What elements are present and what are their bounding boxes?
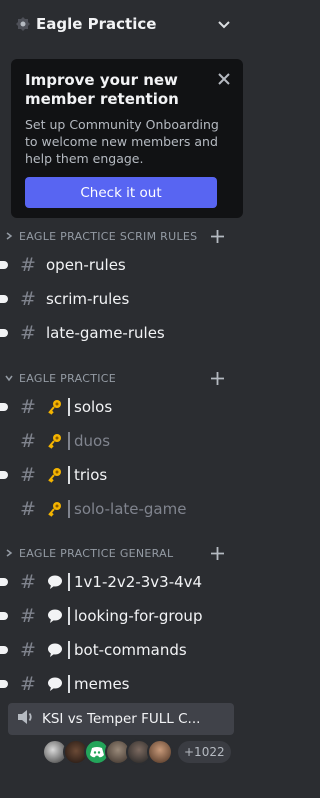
text-channel-icon: # bbox=[20, 673, 36, 695]
text-channel-icon: # bbox=[20, 639, 36, 661]
add-channel-icon[interactable] bbox=[210, 371, 224, 385]
category-general[interactable]: EAGLE PRACTICE GENERAL bbox=[0, 543, 248, 563]
separator bbox=[68, 398, 70, 416]
channel-name: memes bbox=[74, 675, 130, 693]
channel-name: 1v1-2v2-3v3-4v4 bbox=[74, 573, 203, 591]
category-scrim-rules[interactable]: EAGLE PRACTICE SCRIM RULES bbox=[0, 226, 248, 246]
channel-solos[interactable]: # solos bbox=[0, 391, 240, 423]
chevron-right-icon bbox=[4, 548, 14, 558]
add-channel-icon[interactable] bbox=[210, 229, 224, 243]
unread-indicator bbox=[0, 646, 8, 654]
channel-name: late-game-rules bbox=[46, 324, 165, 342]
separator bbox=[68, 466, 70, 484]
text-channel-icon: # bbox=[20, 498, 36, 520]
separator bbox=[68, 432, 70, 450]
speaker-icon bbox=[16, 708, 36, 730]
speech-bubble-icon bbox=[46, 607, 64, 625]
channel-looking-for-group[interactable]: # looking-for-group bbox=[0, 600, 240, 632]
category-label: EAGLE PRACTICE SCRIM RULES bbox=[19, 229, 198, 243]
voice-channel[interactable]: KSI vs Temper FULL C... bbox=[8, 703, 234, 735]
unread-indicator bbox=[0, 680, 8, 688]
key-icon bbox=[46, 398, 64, 416]
text-channel-icon: # bbox=[20, 322, 36, 344]
onboarding-card: Improve your new member retention Set up… bbox=[11, 59, 243, 218]
server-name: Eagle Practice bbox=[36, 15, 157, 33]
server-header[interactable]: Eagle Practice bbox=[0, 0, 248, 48]
key-icon bbox=[46, 466, 64, 484]
server-verified-icon bbox=[16, 17, 30, 31]
channel-name: solo-late-game bbox=[74, 500, 187, 518]
unread-indicator bbox=[0, 329, 8, 337]
channel-scrim-rules[interactable]: # scrim-rules bbox=[0, 283, 240, 315]
unread-indicator bbox=[0, 612, 8, 620]
channel-open-rules[interactable]: # open-rules bbox=[0, 249, 240, 281]
category-eagle-practice[interactable]: EAGLE PRACTICE bbox=[0, 368, 248, 388]
category-label: EAGLE PRACTICE GENERAL bbox=[19, 546, 174, 560]
unread-indicator bbox=[0, 295, 8, 303]
separator bbox=[68, 675, 70, 693]
key-icon bbox=[46, 500, 64, 518]
separator bbox=[68, 607, 70, 625]
speech-bubble-icon bbox=[46, 641, 64, 659]
channel-name: solos bbox=[74, 398, 113, 416]
text-channel-icon: # bbox=[20, 430, 36, 452]
chevron-down-icon[interactable] bbox=[216, 16, 232, 32]
channel-trios[interactable]: # trios bbox=[0, 459, 240, 491]
close-icon[interactable] bbox=[217, 71, 231, 85]
channel-1v1-2v2-3v3-4v4[interactable]: # 1v1-2v2-3v3-4v4 bbox=[0, 566, 240, 598]
text-channel-icon: # bbox=[20, 288, 36, 310]
channel-bot-commands[interactable]: # bot-commands bbox=[0, 634, 240, 666]
channel-late-game-rules[interactable]: # late-game-rules bbox=[0, 317, 240, 349]
avatar bbox=[147, 739, 173, 765]
channel-memes[interactable]: # memes bbox=[0, 668, 240, 700]
text-channel-icon: # bbox=[20, 605, 36, 627]
channel-name: duos bbox=[74, 432, 111, 450]
text-channel-icon: # bbox=[20, 464, 36, 486]
channel-name: bot-commands bbox=[74, 641, 187, 659]
channel-name: scrim-rules bbox=[46, 290, 130, 308]
speech-bubble-icon bbox=[46, 675, 64, 693]
check-it-out-button[interactable]: Check it out bbox=[25, 177, 217, 208]
separator bbox=[68, 500, 70, 518]
category-label: EAGLE PRACTICE bbox=[19, 371, 117, 385]
channel-solo-late-game[interactable]: # solo-late-game bbox=[8, 493, 240, 525]
voice-members[interactable]: +1022 bbox=[42, 739, 231, 765]
unread-indicator bbox=[0, 471, 8, 479]
unread-indicator bbox=[0, 403, 8, 411]
channel-duos[interactable]: # duos bbox=[8, 425, 240, 457]
channel-name: looking-for-group bbox=[74, 607, 203, 625]
text-channel-icon: # bbox=[20, 571, 36, 593]
unread-indicator bbox=[0, 578, 8, 586]
separator bbox=[68, 573, 70, 591]
key-icon bbox=[46, 432, 64, 450]
onboarding-title: Improve your new member retention bbox=[25, 71, 179, 108]
unread-indicator bbox=[0, 261, 8, 269]
voice-channel-name: KSI vs Temper FULL C... bbox=[42, 711, 201, 727]
channel-name: open-rules bbox=[46, 256, 126, 274]
text-channel-icon: # bbox=[20, 254, 36, 276]
separator bbox=[68, 641, 70, 659]
member-count-badge: +1022 bbox=[178, 741, 231, 763]
chevron-down-icon bbox=[4, 373, 14, 383]
add-channel-icon[interactable] bbox=[210, 546, 224, 560]
speech-bubble-icon bbox=[46, 573, 64, 591]
onboarding-body: Set up Community Onboarding to welcome n… bbox=[25, 117, 219, 166]
chevron-right-icon bbox=[4, 231, 14, 241]
text-channel-icon: # bbox=[20, 396, 36, 418]
channel-name: trios bbox=[74, 466, 108, 484]
